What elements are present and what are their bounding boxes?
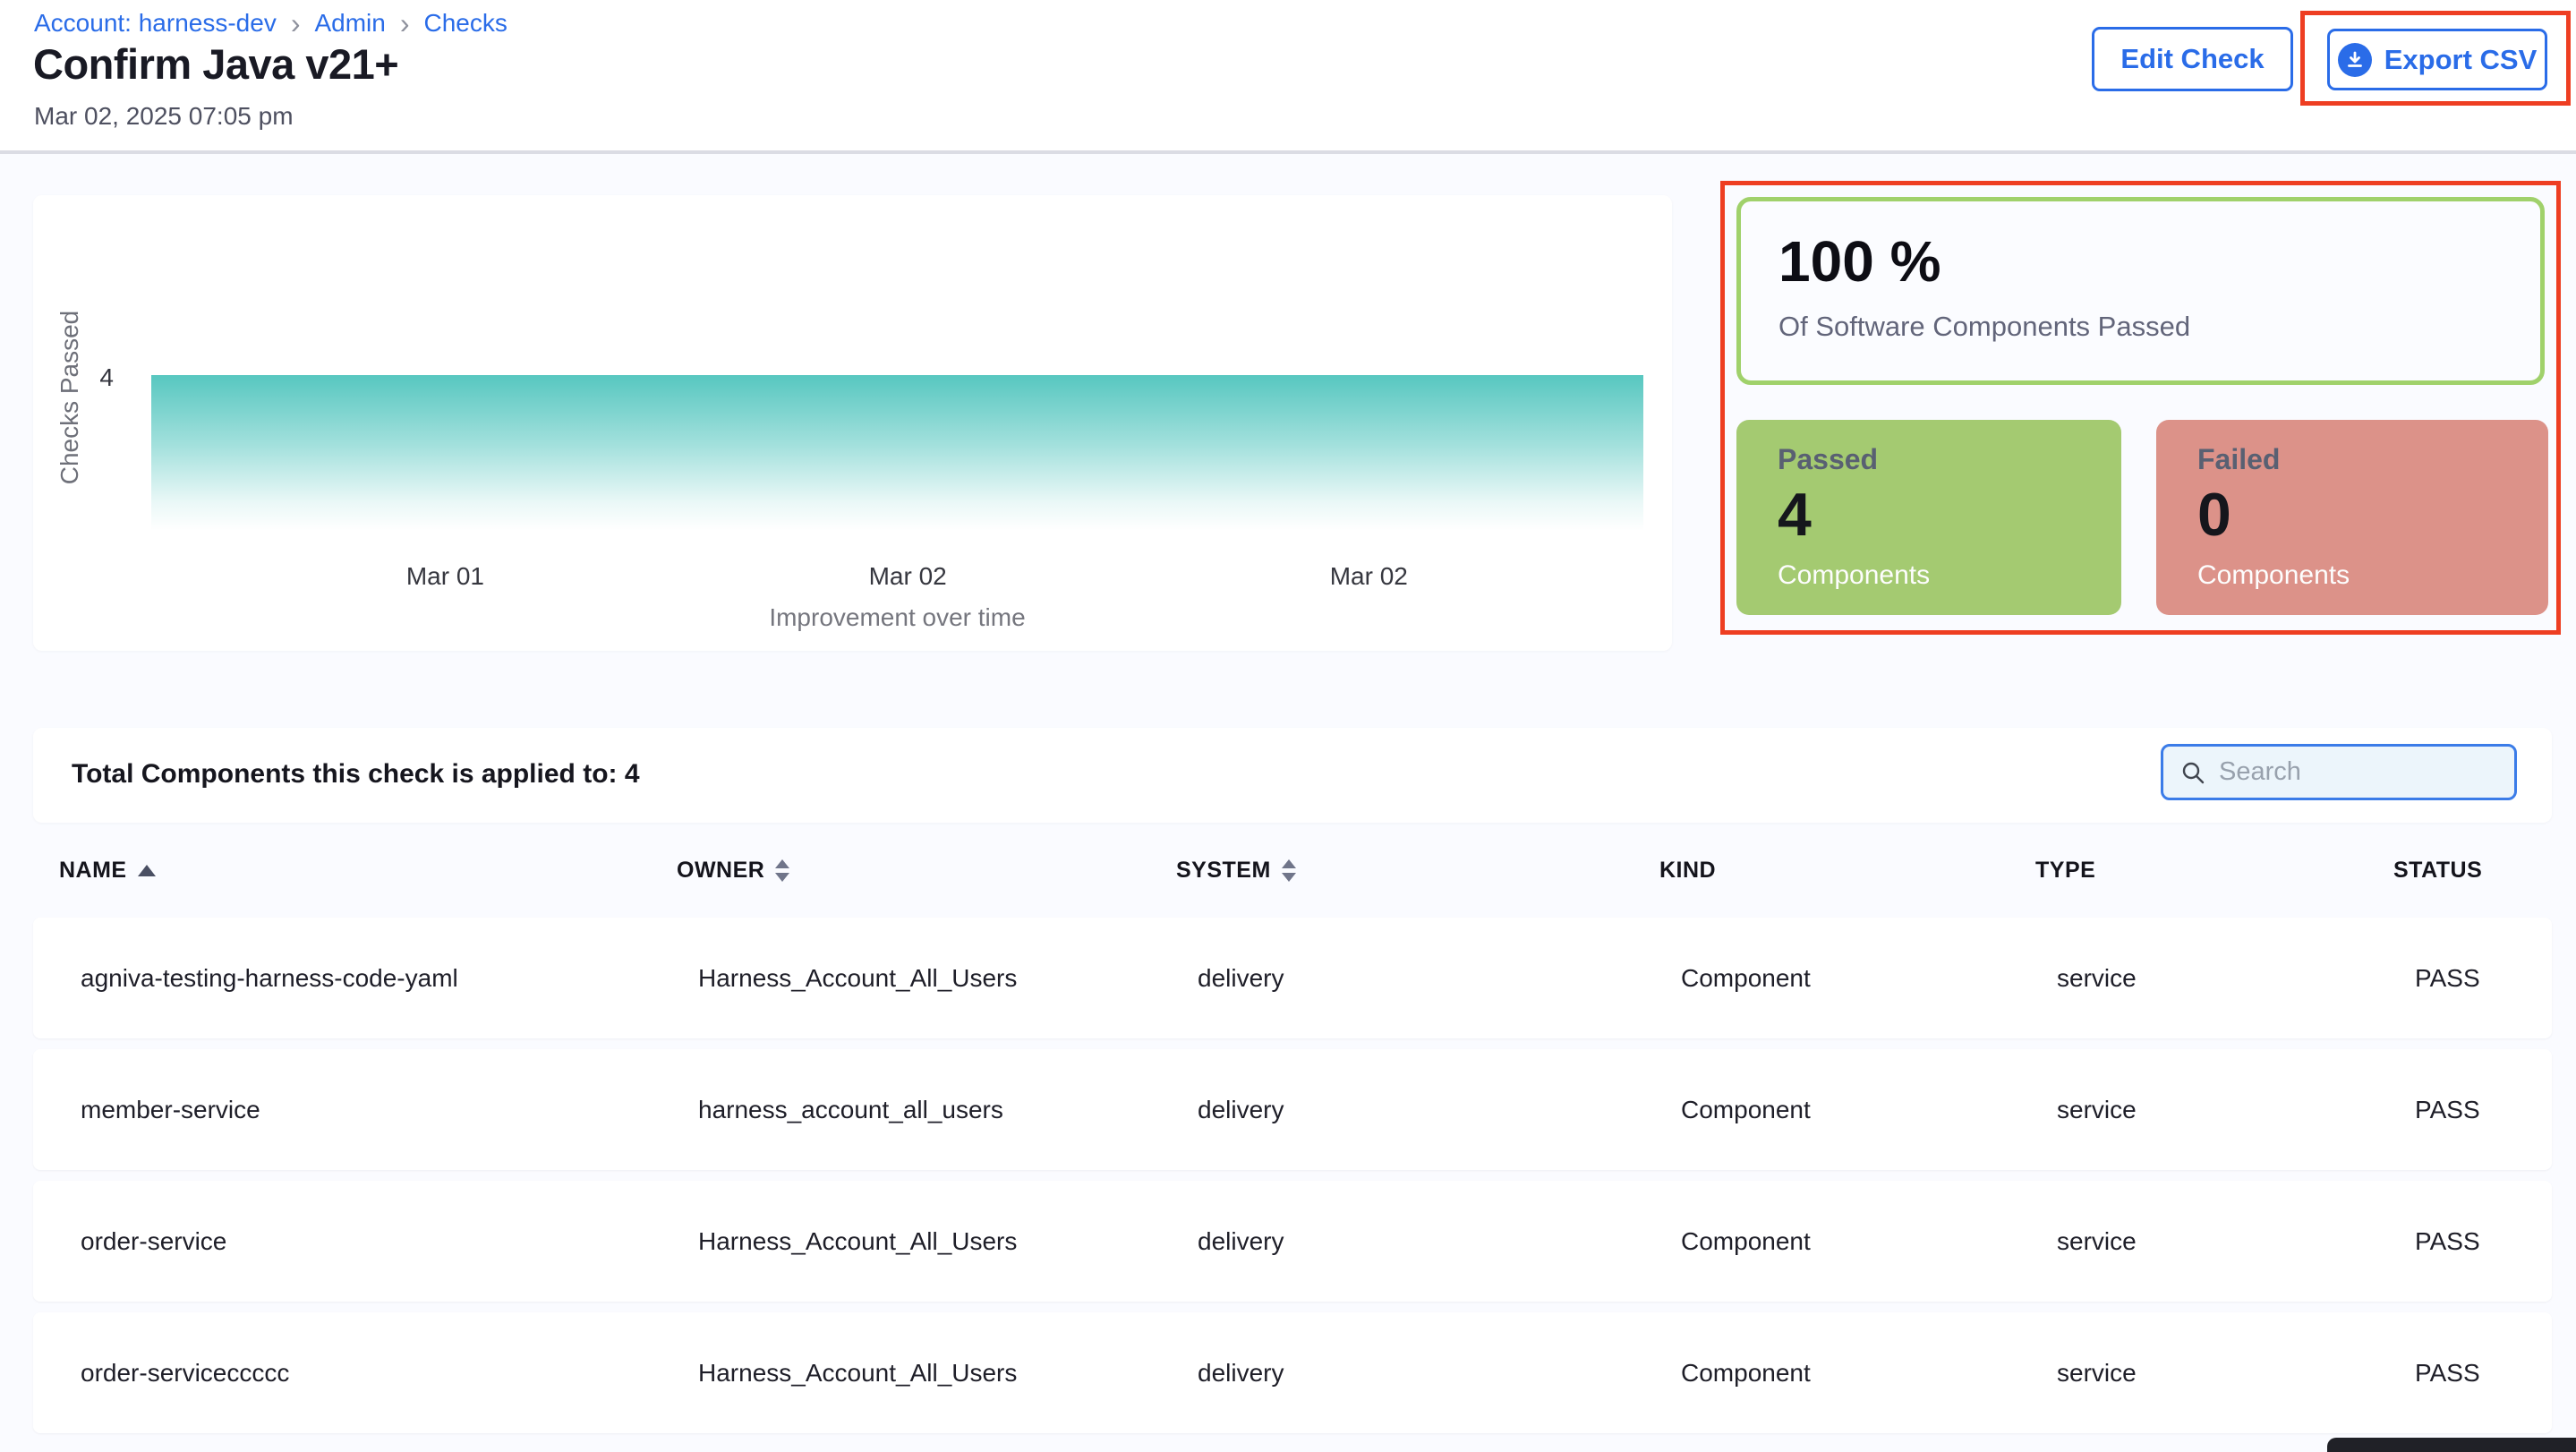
edit-check-button[interactable]: Edit Check — [2092, 27, 2293, 91]
chevron-right-icon: › — [291, 11, 301, 36]
page-header: Account: harness-dev › Admin › Checks Co… — [0, 0, 2576, 154]
cell-name: agniva-testing-harness-code-yaml — [81, 964, 698, 993]
annotation-box-stats: 100 % Of Software Components Passed Pass… — [1720, 181, 2561, 635]
checks-passed-chart-card: Checks Passed 4 Mar 01 Mar 02 Mar 02 Imp… — [33, 195, 1672, 651]
cell-name: order-service — [81, 1227, 698, 1256]
search-input[interactable] — [2219, 757, 2556, 787]
passed-label: Passed — [1778, 443, 2121, 476]
chart-x-tick: Mar 02 — [869, 562, 947, 591]
chart-x-tick: Mar 01 — [406, 562, 484, 591]
cell-status: PASS — [2415, 1096, 2552, 1124]
breadcrumb-checks-link[interactable]: Checks — [424, 9, 508, 38]
cell-system: delivery — [1198, 1359, 1681, 1388]
table-row[interactable]: order-service Harness_Account_All_Users … — [33, 1181, 2552, 1302]
stats-panel: 100 % Of Software Components Passed Pass… — [1725, 185, 2556, 630]
cell-type: service — [2057, 1096, 2415, 1124]
column-header-status: STATUS — [2393, 858, 2552, 884]
cell-name: order-serviceccccc — [81, 1359, 698, 1388]
breadcrumb-account-link[interactable]: Account: harness-dev — [34, 9, 277, 38]
components-summary-bar: Total Components this check is applied t… — [33, 728, 2552, 823]
cell-name: member-service — [81, 1096, 698, 1124]
total-components-text: Total Components this check is applied t… — [72, 759, 640, 790]
cell-owner: Harness_Account_All_Users — [698, 964, 1198, 993]
chart-y-tick: 4 — [69, 363, 114, 392]
chart-x-tick: Mar 02 — [1330, 562, 1408, 591]
chart-y-axis-label: Checks Passed — [55, 263, 84, 532]
column-header-kind: KIND — [1659, 858, 2035, 884]
check-timestamp: Mar 02, 2025 07:05 pm — [34, 102, 294, 131]
search-icon — [2179, 759, 2206, 786]
chart-x-axis: Mar 01 Mar 02 Mar 02 — [151, 562, 1643, 594]
percent-passed-value: 100 % — [1778, 228, 2540, 295]
cell-status: PASS — [2415, 1359, 2552, 1388]
area-chart-series — [151, 375, 1643, 531]
cell-owner: harness_account_all_users — [698, 1096, 1198, 1124]
breadcrumb: Account: harness-dev › Admin › Checks — [34, 9, 508, 38]
search-box[interactable] — [2161, 744, 2517, 800]
page-title: Confirm Java v21+ — [33, 39, 398, 89]
cell-system: delivery — [1198, 1096, 1681, 1124]
cell-status: PASS — [2415, 1227, 2552, 1256]
column-header-system[interactable]: SYSTEM — [1176, 858, 1659, 884]
failed-unit: Components — [2197, 560, 2548, 591]
cell-kind: Component — [1681, 1359, 2057, 1388]
column-header-name[interactable]: NAME — [59, 858, 677, 884]
column-header-type: TYPE — [2035, 858, 2393, 884]
cell-system: delivery — [1198, 1227, 1681, 1256]
percent-passed-caption: Of Software Components Passed — [1778, 311, 2540, 343]
chart-caption: Improvement over time — [151, 603, 1643, 632]
cell-type: service — [2057, 964, 2415, 993]
cell-type: service — [2057, 1359, 2415, 1388]
cell-kind: Component — [1681, 1227, 2057, 1256]
percent-passed-card: 100 % Of Software Components Passed — [1736, 197, 2545, 385]
checks-detail-page: Account: harness-dev › Admin › Checks Co… — [0, 0, 2576, 1452]
failed-card: Failed 0 Components — [2156, 420, 2548, 615]
cell-status: PASS — [2415, 964, 2552, 993]
sort-icon — [775, 859, 789, 882]
passed-value: 4 — [1778, 483, 2121, 546]
passed-card: Passed 4 Components — [1736, 420, 2121, 615]
edit-check-label: Edit Check — [2120, 43, 2264, 75]
column-header-owner[interactable]: OWNER — [677, 858, 1176, 884]
sort-icon — [1282, 859, 1296, 882]
breadcrumb-admin-link[interactable]: Admin — [314, 9, 385, 38]
failed-value: 0 — [2197, 483, 2548, 546]
help-widget-peek[interactable] — [2327, 1438, 2576, 1452]
cell-owner: Harness_Account_All_Users — [698, 1359, 1198, 1388]
components-table-body: agniva-testing-harness-code-yaml Harness… — [33, 918, 2552, 1444]
table-row[interactable]: agniva-testing-harness-code-yaml Harness… — [33, 918, 2552, 1038]
chevron-right-icon: › — [400, 11, 410, 36]
cell-kind: Component — [1681, 964, 2057, 993]
failed-label: Failed — [2197, 443, 2548, 476]
table-row[interactable]: order-serviceccccc Harness_Account_All_U… — [33, 1312, 2552, 1433]
cell-kind: Component — [1681, 1096, 2057, 1124]
cell-type: service — [2057, 1227, 2415, 1256]
table-header-row: NAME OWNER SYSTEM KIND TYPE STATUS — [33, 823, 2552, 918]
sort-ascending-icon — [138, 865, 156, 876]
table-row[interactable]: member-service harness_account_all_users… — [33, 1049, 2552, 1170]
cell-owner: Harness_Account_All_Users — [698, 1227, 1198, 1256]
cell-system: delivery — [1198, 964, 1681, 993]
annotation-box-export — [2300, 11, 2571, 106]
passed-unit: Components — [1778, 560, 2121, 591]
